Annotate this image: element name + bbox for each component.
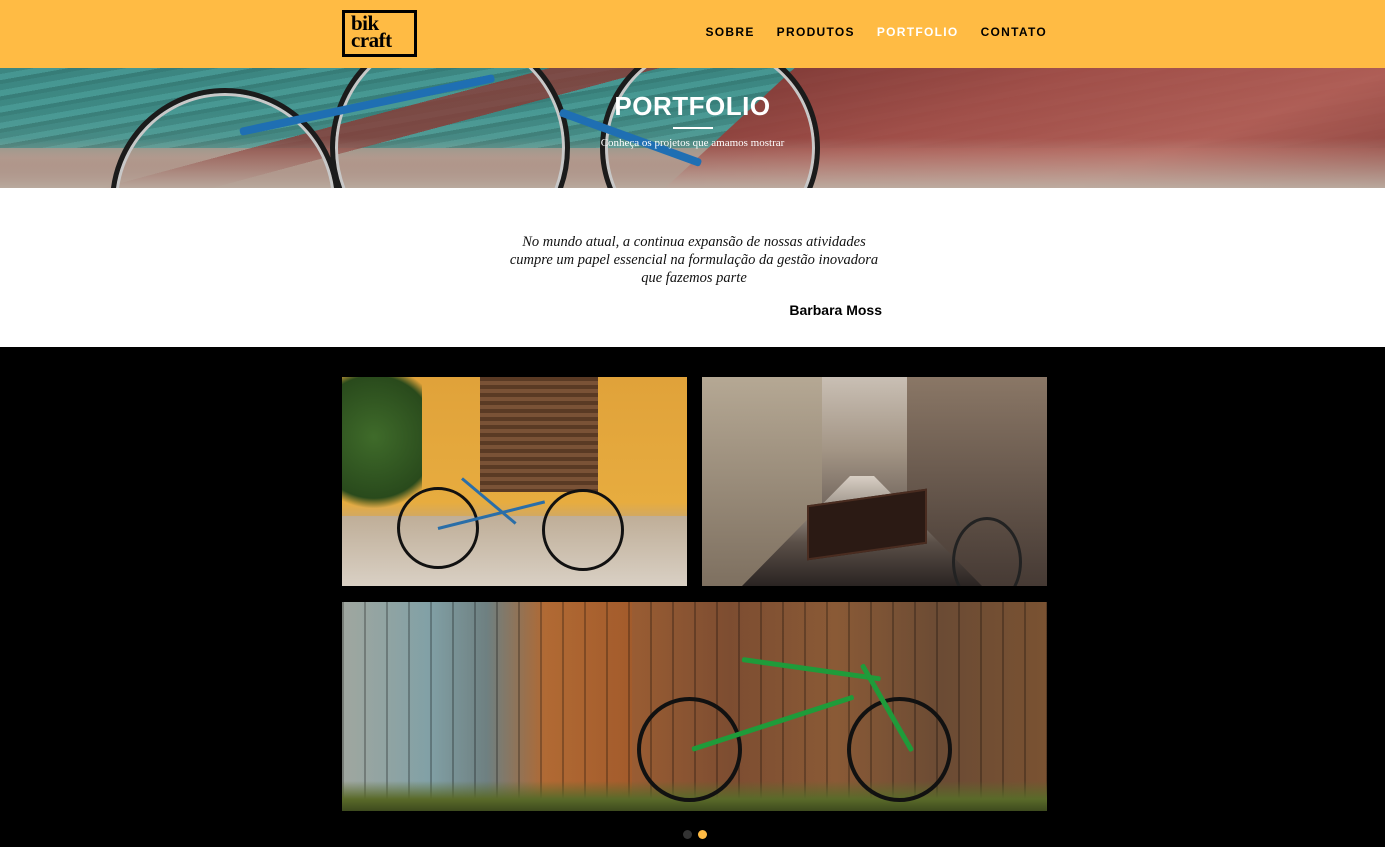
slider-dot-2[interactable] bbox=[698, 830, 707, 839]
slider-dots bbox=[683, 830, 707, 839]
portfolio-gallery bbox=[0, 347, 1385, 847]
hero-banner: PORTFOLIO Conheça os projetos que amamos… bbox=[0, 68, 1385, 188]
nav-produtos[interactable]: PRODUTOS bbox=[777, 25, 855, 39]
window-shutter bbox=[480, 377, 598, 492]
main-nav: SOBRE PRODUTOS PORTFOLIO CONTATO bbox=[683, 25, 1047, 39]
bike-wheel bbox=[542, 489, 624, 571]
logo[interactable]: bik craft bbox=[342, 10, 417, 57]
nav-contato[interactable]: CONTATO bbox=[981, 25, 1047, 39]
logo-line-2: craft bbox=[351, 28, 392, 52]
sidewalk bbox=[342, 516, 687, 586]
gallery-photo-yellow-wall-bike[interactable] bbox=[342, 377, 687, 586]
bike-wheel bbox=[847, 697, 952, 802]
slider-dot-1[interactable] bbox=[683, 830, 692, 839]
page-title: PORTFOLIO bbox=[614, 91, 771, 121]
nav-sobre[interactable]: SOBRE bbox=[705, 25, 754, 39]
title-underline bbox=[673, 127, 713, 129]
gallery-photo-green-bike[interactable] bbox=[342, 602, 1047, 811]
quote-text: No mundo atual, a continua expansão de n… bbox=[509, 234, 879, 286]
page-subtitle: Conheça os projetos que amamos mostrar bbox=[600, 137, 785, 149]
quote-section: No mundo atual, a continua expansão de n… bbox=[0, 188, 1385, 347]
bike-wheel bbox=[637, 697, 742, 802]
quote-author: Barbara Moss bbox=[789, 302, 882, 318]
site-header: bik craft SOBRE PRODUTOS PORTFOLIO CONTA… bbox=[0, 0, 1385, 68]
nav-portfolio[interactable]: PORTFOLIO bbox=[877, 25, 959, 39]
gallery-photo-street-bike[interactable] bbox=[702, 377, 1047, 586]
